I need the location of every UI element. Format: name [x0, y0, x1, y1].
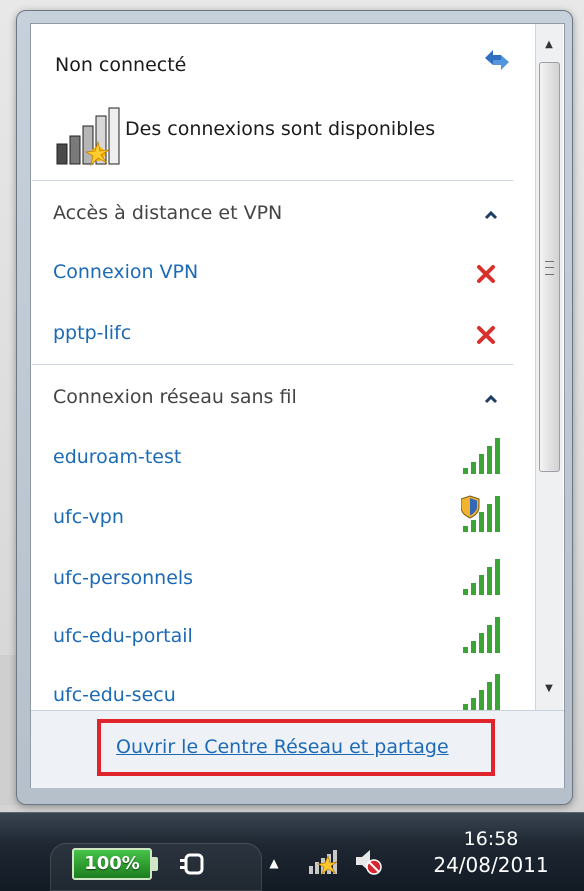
wifi-signal-icon	[463, 559, 500, 595]
scroll-grip-icon	[545, 261, 554, 275]
section-title-wireless: Connexion réseau sans fil	[53, 386, 297, 408]
disconnect-x-icon	[477, 326, 495, 344]
chevron-up-icon[interactable]	[481, 205, 501, 225]
vpn-item-connexion-vpn[interactable]: Connexion VPN	[53, 261, 198, 283]
scroll-up-button[interactable]: ▲	[539, 34, 559, 56]
battery-tip	[152, 857, 158, 871]
power-plug-icon[interactable]	[178, 852, 208, 876]
wifi-item-eduroam-test[interactable]: eduroam-test	[53, 446, 181, 468]
refresh-arrows-icon[interactable]	[479, 46, 515, 74]
vpn-item-pptp-lifc[interactable]: pptp-lifc	[53, 322, 131, 344]
wifi-item-ufc-edu-secu[interactable]: ufc-edu-secu	[53, 684, 176, 706]
network-available-icon	[56, 107, 120, 167]
wifi-signal-shield-icon	[461, 495, 500, 532]
taskbar-clock[interactable]: 16:58 24/08/2011	[406, 826, 576, 878]
volume-muted-icon[interactable]	[352, 846, 384, 876]
connection-status-title: Non connecté	[55, 54, 187, 76]
divider	[32, 364, 513, 365]
network-tray-icon[interactable]	[306, 846, 340, 876]
wifi-item-ufc-personnels[interactable]: ufc-personnels	[53, 567, 193, 589]
wifi-item-ufc-edu-portail[interactable]: ufc-edu-portail	[53, 625, 193, 647]
divider	[32, 180, 513, 181]
section-title-vpn: Accès à distance et VPN	[53, 202, 283, 224]
wifi-signal-icon	[463, 617, 500, 653]
scroll-down-button[interactable]: ▼	[539, 678, 559, 700]
flyout-footer: Ouvrir le Centre Réseau et partage	[31, 710, 564, 788]
disconnect-x-icon	[477, 265, 495, 283]
chevron-up-icon[interactable]	[481, 389, 501, 409]
wifi-item-ufc-vpn[interactable]: ufc-vpn	[53, 506, 124, 528]
wifi-signal-icon	[463, 674, 500, 710]
open-network-center-link[interactable]: Ouvrir le Centre Réseau et partage	[116, 736, 449, 758]
connections-available-text: Des connexions sont disponibles	[125, 118, 436, 140]
flyout-scrollbar[interactable]: ▲ ▼	[535, 24, 563, 710]
network-flyout: Non connecté Des connexions sont disponi…	[30, 23, 565, 788]
battery-indicator[interactable]: 100%	[72, 848, 152, 880]
scroll-thumb[interactable]	[539, 62, 560, 472]
clock-time: 16:58	[463, 828, 519, 850]
show-hidden-icons-arrow[interactable]: ▲	[266, 853, 282, 873]
wifi-signal-icon	[463, 438, 500, 474]
clock-date: 24/08/2011	[433, 853, 549, 877]
